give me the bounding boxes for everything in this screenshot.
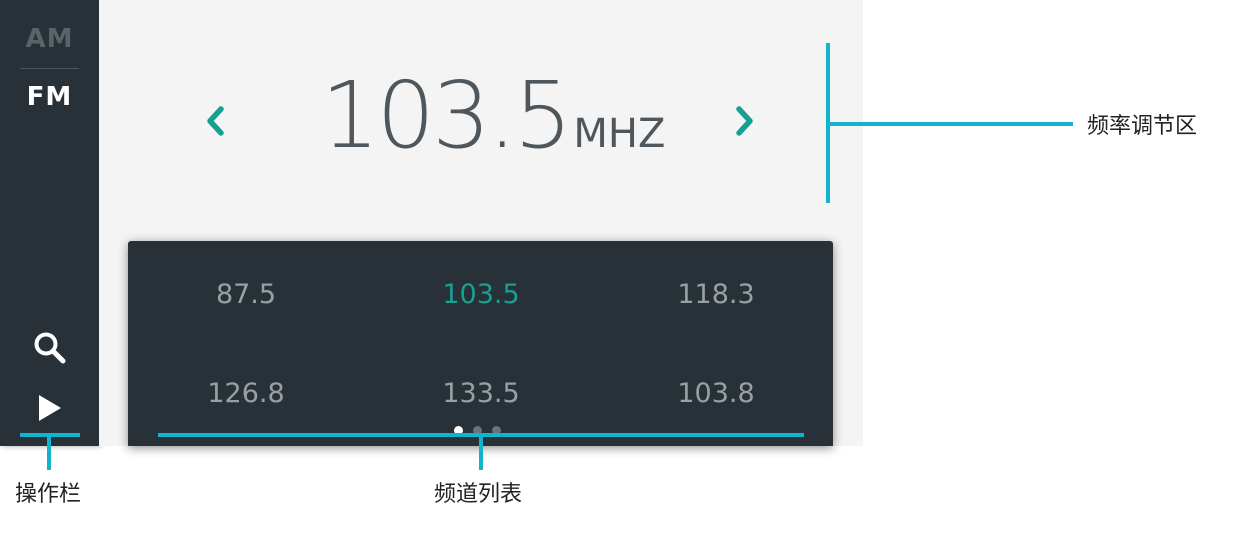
- search-button[interactable]: [0, 328, 99, 368]
- next-frequency-button[interactable]: [724, 98, 764, 144]
- channel-item-active[interactable]: 103.5: [401, 279, 561, 310]
- play-button[interactable]: [0, 388, 99, 428]
- annotation-label-toolbar: 操作栏: [15, 482, 82, 507]
- sidebar-toolbar: AM FM: [0, 0, 99, 446]
- channel-item[interactable]: 118.3: [636, 279, 796, 310]
- annotation-leader-toolbar: [47, 433, 51, 470]
- channel-item[interactable]: 133.5: [401, 378, 561, 409]
- play-icon: [38, 395, 61, 421]
- annotation-leader-frequency: [826, 122, 1073, 126]
- chevron-right-icon: [736, 106, 753, 136]
- frequency-display: 103.5 MHZ: [321, 62, 665, 172]
- annotation-label-frequency: 频率调节区: [1087, 114, 1198, 139]
- channel-item[interactable]: 103.8: [636, 378, 796, 409]
- main-panel: 103.5 MHZ 87.5 103.5 118.3 126.8 133.5 1…: [99, 0, 863, 446]
- band-am-button[interactable]: AM: [0, 24, 99, 54]
- frequency-unit: MHZ: [573, 111, 666, 157]
- annotation-leader-channels: [479, 433, 483, 470]
- prev-frequency-button[interactable]: [196, 98, 236, 144]
- search-icon: [34, 332, 65, 364]
- band-divider: [20, 68, 79, 69]
- channel-list: 87.5 103.5 118.3 126.8 133.5 103.8: [128, 241, 833, 446]
- annotation-label-channels: 频道列表: [434, 482, 523, 507]
- frequency-tuning-area: 103.5 MHZ: [99, 0, 863, 230]
- channel-item[interactable]: 126.8: [166, 378, 326, 409]
- frequency-value: 103.5: [321, 62, 572, 169]
- band-fm-button[interactable]: FM: [0, 82, 99, 112]
- chevron-left-icon: [207, 106, 224, 136]
- channel-item[interactable]: 87.5: [166, 279, 326, 310]
